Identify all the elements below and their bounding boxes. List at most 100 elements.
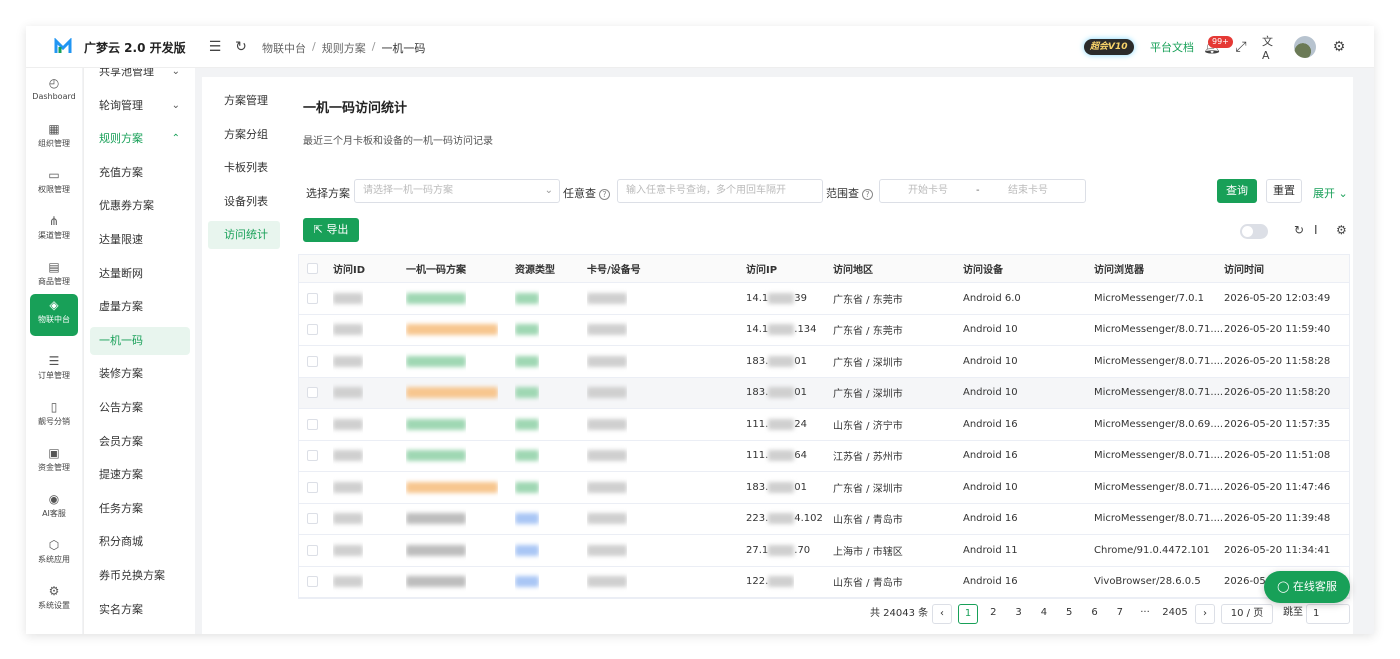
range-end-placeholder[interactable]: 结束卡号 [1008, 180, 1048, 202]
prev-page-icon[interactable]: ‹ [932, 604, 952, 624]
row-checkbox[interactable] [307, 513, 318, 525]
row-checkbox[interactable] [307, 324, 318, 336]
menu-item[interactable]: 会员方案 [90, 428, 190, 456]
table-row[interactable]: 14.1 .134 广东省 / 东莞市 Android 10 MicroMessenge… [299, 315, 1349, 346]
page-number-7[interactable]: 7 [1110, 604, 1130, 624]
page-number-2[interactable]: 2 [983, 604, 1003, 624]
select-all-checkbox[interactable] [307, 263, 318, 274]
table-row[interactable]: 183. 01 广东省 / 深圳市 Android 10 MicroMessenger/… [299, 346, 1349, 378]
menu-item[interactable]: 提速方案 [90, 461, 190, 489]
page-number-4[interactable]: 4 [1034, 604, 1054, 624]
subnav-item[interactable]: 卡板列表 [208, 154, 280, 182]
menu-item[interactable]: 券币兑换方案 [90, 562, 190, 590]
table-row[interactable]: 111. 64 江苏省 / 苏州市 Android 16 MicroMessenger/… [299, 441, 1349, 472]
row-checkbox[interactable] [307, 355, 318, 367]
page-number-last[interactable]: 2405 [1160, 604, 1190, 624]
rail-item[interactable]: ▤ 商品管理 [30, 256, 78, 296]
subnav-item[interactable]: 访问统计 [208, 221, 280, 250]
row-checkbox[interactable] [307, 387, 318, 399]
rail-item[interactable]: ▯ 靓号分销 [30, 396, 78, 436]
breadcrumb-item[interactable]: 物联中台 [262, 40, 306, 56]
rail-item[interactable]: ◴ Dashboard [30, 72, 78, 112]
range-input[interactable]: 开始卡号 - 结束卡号 [879, 179, 1086, 203]
docs-link[interactable]: 平台文档 [1150, 39, 1194, 55]
avatar[interactable] [1294, 36, 1316, 58]
table-row[interactable]: 183. 01 广东省 / 深圳市 Android 10 MicroMessenger/… [299, 472, 1349, 504]
rail-item[interactable]: ▣ 资金管理 [30, 442, 78, 482]
rail-item[interactable]: ◈ 物联中台 [30, 294, 78, 336]
table-row[interactable]: 111. 24 山东省 / 济宁市 Android 16 MicroMessenger/… [299, 409, 1349, 441]
redacted-id [333, 513, 363, 525]
breadcrumb-item[interactable]: 规则方案 [322, 40, 366, 56]
column-header: 访问时间 [1224, 265, 1264, 276]
menu-item[interactable]: 达量限速 [90, 226, 190, 254]
page-size-select[interactable]: 10 / 页 [1221, 604, 1273, 624]
row-checkbox[interactable] [307, 544, 318, 556]
column-header: 一机一码方案 [406, 265, 466, 276]
any-query-input[interactable]: 输入任意卡号查询，多个用回车隔开 [617, 179, 823, 203]
menu-item[interactable]: 积分商城 [90, 528, 190, 556]
help-icon[interactable]: ? [862, 188, 873, 200]
page-number-5[interactable]: 5 [1059, 604, 1079, 624]
table-row[interactable]: 27.1 .70 上海市 / 市辖区 Android 11 Chrome/91.0.44… [299, 535, 1349, 567]
translate-icon[interactable]: 文A [1262, 35, 1280, 62]
refresh-icon[interactable]: ↻ [232, 38, 250, 56]
refresh-icon[interactable]: ↻ [1294, 223, 1304, 237]
export-button[interactable]: ⇱ 导出 [303, 218, 359, 242]
table-row[interactable]: 183. 01 广东省 / 深圳市 Android 10 MicroMessenger/… [299, 377, 1349, 409]
cell-region: 江苏省 / 苏州市 [833, 452, 903, 464]
menu-item[interactable]: 充值方案 [90, 159, 190, 187]
menu-item[interactable]: 一机一码 [90, 326, 190, 355]
row-checkbox[interactable] [307, 481, 318, 493]
settings-gear-icon[interactable]: ⚙ [1330, 38, 1348, 56]
menu-item[interactable]: 任务方案 [90, 495, 190, 523]
row-checkbox[interactable] [307, 450, 318, 462]
page-number-1[interactable]: 1 [958, 604, 978, 624]
table-row[interactable]: 122. 山东省 / 青岛市 Android 16 VivoBrowser/28.6.… [299, 567, 1349, 598]
menu-item[interactable]: 优惠券方案 [90, 192, 190, 220]
expand-filters-link[interactable]: 展开 ⌄ [1313, 185, 1348, 201]
vip-badge[interactable]: 超会V10 [1084, 39, 1134, 55]
column-settings-gear-icon[interactable]: ⚙ [1336, 223, 1347, 237]
menu-item[interactable]: 规则方案 ⌃ [90, 125, 190, 153]
rail-item[interactable]: ◉ AI客服 [30, 488, 78, 528]
view-toggle-switch[interactable] [1240, 224, 1268, 239]
fullscreen-icon[interactable]: ⤢ [1232, 38, 1250, 56]
page-number-3[interactable]: 3 [1009, 604, 1029, 624]
row-checkbox[interactable] [307, 576, 318, 588]
cell-visit-id [333, 346, 363, 377]
jump-page-input[interactable]: 1 [1306, 604, 1350, 624]
online-service-button[interactable]: ◯ 在线客服 [1264, 571, 1350, 603]
rail-item[interactable]: ▭ 权限管理 [30, 164, 78, 204]
table-row[interactable]: 14.1 39 广东省 / 东莞市 Android 6.0 MicroMessenger… [299, 283, 1349, 315]
row-checkbox[interactable] [307, 292, 318, 304]
menu-item[interactable]: 共享池管理 ⌄ [90, 68, 190, 86]
next-page-icon[interactable]: › [1195, 604, 1215, 624]
query-button[interactable]: 查询 [1217, 179, 1257, 203]
subnav-item[interactable]: 方案管理 [208, 87, 280, 115]
menu-item[interactable]: 装修方案 [90, 360, 190, 388]
row-checkbox[interactable] [307, 418, 318, 430]
menu-item[interactable]: 虚量方案 [90, 293, 190, 321]
subnav-item[interactable]: 设备列表 [208, 188, 280, 216]
pagination-ellipsis[interactable]: ··· [1135, 604, 1155, 624]
menu-item[interactable]: 实名方案 [90, 596, 190, 624]
row-select-cell [307, 315, 318, 346]
help-icon[interactable]: ? [599, 188, 610, 200]
page-number-6[interactable]: 6 [1085, 604, 1105, 624]
menu-item[interactable]: 公告方案 [90, 394, 190, 422]
rail-item[interactable]: ▦ 组织管理 [30, 118, 78, 158]
scheme-select[interactable]: 请选择一机一码方案 ⌄ [354, 179, 560, 203]
rail-item[interactable]: ☰ 订单管理 [30, 350, 78, 390]
range-start-placeholder[interactable]: 开始卡号 [908, 180, 948, 202]
rail-item[interactable]: ⚙ 系统设置 [30, 580, 78, 620]
menu-item[interactable]: 达量断网 [90, 260, 190, 288]
density-icon[interactable]: Ⅰ [1314, 223, 1318, 237]
subnav-item[interactable]: 方案分组 [208, 121, 280, 149]
table-row[interactable]: 223. 4.102 山东省 / 青岛市 Android 16 MicroMesseng… [299, 504, 1349, 535]
rail-item[interactable]: ⬡ 系统应用 [30, 534, 78, 574]
rail-item[interactable]: ⋔ 渠道管理 [30, 210, 78, 250]
menu-collapse-icon[interactable]: ☰ [206, 38, 224, 56]
menu-item[interactable]: 轮询管理 ⌄ [90, 92, 190, 120]
reset-button[interactable]: 重置 [1266, 179, 1302, 203]
